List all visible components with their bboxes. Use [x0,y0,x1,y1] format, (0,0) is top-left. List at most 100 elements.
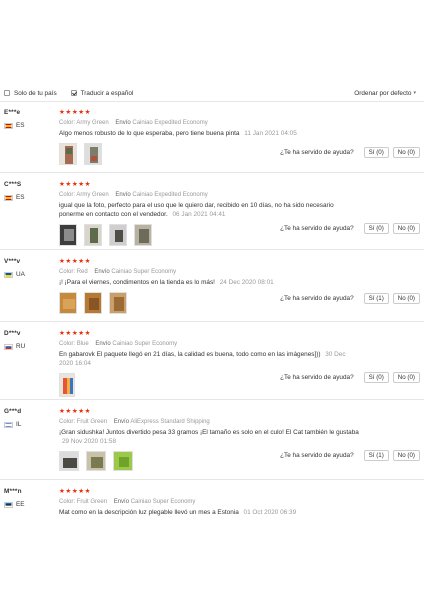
color-value: Red [76,269,88,275]
helpful-no-button[interactable]: No (0) [392,372,420,383]
rating-stars: ★★★★★ [59,408,92,415]
color-label: Color: [59,341,76,347]
review-photo[interactable] [109,292,127,314]
review-photo[interactable] [113,451,133,471]
flag-ru-icon [4,343,13,350]
color-value: Blue [76,341,89,347]
country-code: ES [16,122,25,129]
review-date: 11 Jan 2021 04:05 [244,130,297,137]
helpful-question: ¿Te ha servido de ayuda? [280,225,354,232]
review-item: G***d IL ★★★★★ Color: Fruit Green Envío … [0,400,424,480]
helpful-no-button[interactable]: No (0) [392,147,420,158]
review-content: ★★★★★ Color: Fruit Green Envío AliExpres… [59,408,359,471]
review-meta: Color: Army Green Envío Cainiao Expedite… [59,119,359,127]
shipping-value: Cainiao Expedited Economy [132,192,208,198]
reviewer: C***S ES [4,181,54,201]
own-country-checkbox[interactable] [4,90,10,96]
color-value: Fruit Green [76,419,108,425]
reviewer-name: V***v [4,258,21,265]
country-code: UA [16,271,25,278]
helpful-question: ¿Te ha servido de ayuda? [280,295,354,302]
review-photo[interactable] [84,143,102,165]
review-meta: Color: Fruit Green Envío Cainiao Super E… [59,498,359,506]
helpful-yes-button[interactable]: Sí (0) [363,372,389,383]
review-item: D***v RU ★★★★★ Color: Blue Envío Cainiao… [0,322,424,400]
review-photo[interactable] [59,373,75,397]
country-code: IL [16,421,22,428]
review-photo[interactable] [84,224,102,246]
translate-filter[interactable]: Traducir a español [70,90,133,97]
color-value: Army Green [76,120,109,126]
country-code: EE [16,501,25,508]
helpful-vote: ¿Te ha servido de ayuda? Sí (0) No (0) [280,223,420,234]
color-value: Army Green [76,192,109,198]
review-item: M***n EE ★★★★★ Color: Fruit Green Envío … [0,480,424,530]
review-item: V***v UA ★★★★★ Color: Red Envío Cainiao … [0,250,424,322]
rating-stars: ★★★★★ [59,109,92,116]
review-photo[interactable] [84,292,102,314]
review-meta: Color: Fruit Green Envío AliExpress Stan… [59,418,359,426]
shipping-value: Cainiao Super Economy [112,341,178,347]
reviewer-name: C***S [4,181,22,188]
country-code: RU [16,343,26,350]
review-photo[interactable] [86,451,106,471]
helpful-vote: ¿Te ha servido de ayuda? Sí (0) No (0) [280,372,420,383]
review-meta: Color: Army Green Envío Cainiao Expedite… [59,191,359,199]
helpful-yes-button[interactable]: Sí (1) [363,450,389,461]
filter-bar: Solo de tu país Traducir a español Orden… [4,86,420,100]
reviewer: E***e ES [4,109,54,129]
reviewer-country: UA [4,271,54,278]
helpful-no-button[interactable]: No (0) [392,293,420,304]
review-date: 06 Jan 2021 04:41 [172,211,226,218]
shipping-value: Cainiao Expedited Economy [132,120,208,126]
review-text: Algo menos robusto de lo que esperaba, p… [59,129,359,138]
color-value: Fruit Green [76,499,108,505]
review-date: 01 Oct 2020 06:39 [243,509,297,516]
review-content: ★★★★★ Color: Blue Envío Cainiao Super Ec… [59,330,359,397]
review-photo[interactable] [59,292,77,314]
shipping-label: Envío [115,192,131,198]
translate-checkbox[interactable] [70,90,77,96]
review-date: 29 Nov 2020 01:58 [62,438,117,445]
reviewer: M***n EE [4,488,54,508]
helpful-yes-button[interactable]: Sí (1) [363,293,389,304]
review-photo[interactable] [59,224,77,246]
reviewer-country: ES [4,122,54,129]
flag-ee-icon [4,501,13,508]
rating-stars: ★★★★★ [59,488,92,495]
sort-dropdown[interactable]: Ordenar por defecto ▾ [354,90,416,97]
review-text: En gabarovk El paquete llegó en 21 días,… [59,350,359,368]
helpful-question: ¿Te ha servido de ayuda? [280,452,354,459]
review-content: ★★★★★ Color: Army Green Envío Cainiao Ex… [59,181,359,246]
color-label: Color: [59,269,76,275]
shipping-label: Envío [94,269,110,275]
reviewer-country: ES [4,194,54,201]
helpful-yes-button[interactable]: Sí (0) [363,147,389,158]
helpful-yes-button[interactable]: Sí (0) [363,223,389,234]
review-text: Mat como en la descripción luz plegable … [59,508,359,517]
own-country-filter[interactable]: Solo de tu país [4,90,57,97]
review-photo[interactable] [59,143,77,165]
review-body: ¡! ¡Para el viernes, condimentos en la t… [59,279,215,286]
review-meta: Color: Blue Envío Cainiao Super Economy [59,340,359,348]
review-photo[interactable] [134,224,152,246]
review-photo[interactable] [109,224,127,246]
reviewer: D***v RU [4,330,54,350]
helpful-no-button[interactable]: No (0) [392,223,420,234]
flag-ua-icon [4,271,13,278]
reviewer: V***v UA [4,258,54,278]
rating-stars: ★★★★★ [59,258,92,265]
helpful-no-button[interactable]: No (0) [392,450,420,461]
review-photo[interactable] [59,451,79,471]
reviewer-name: D***v [4,330,21,337]
reviewer-country: RU [4,343,54,350]
reviewer-name: M***n [4,488,22,495]
review-body: En gabarovk El paquete llegó en 21 días,… [59,351,321,358]
review-meta: Color: Red Envío Cainiao Super Economy [59,268,359,276]
review-content: ★★★★★ Color: Red Envío Cainiao Super Eco… [59,258,359,314]
review-text: igual que la foto, perfecto para el uso … [59,201,359,219]
own-country-label: Solo de tu país [14,89,57,97]
shipping-value: Cainiao Super Economy [111,269,177,275]
review-body: Mat como en la descripción luz plegable … [59,509,239,516]
shipping-label: Envío [115,120,131,126]
